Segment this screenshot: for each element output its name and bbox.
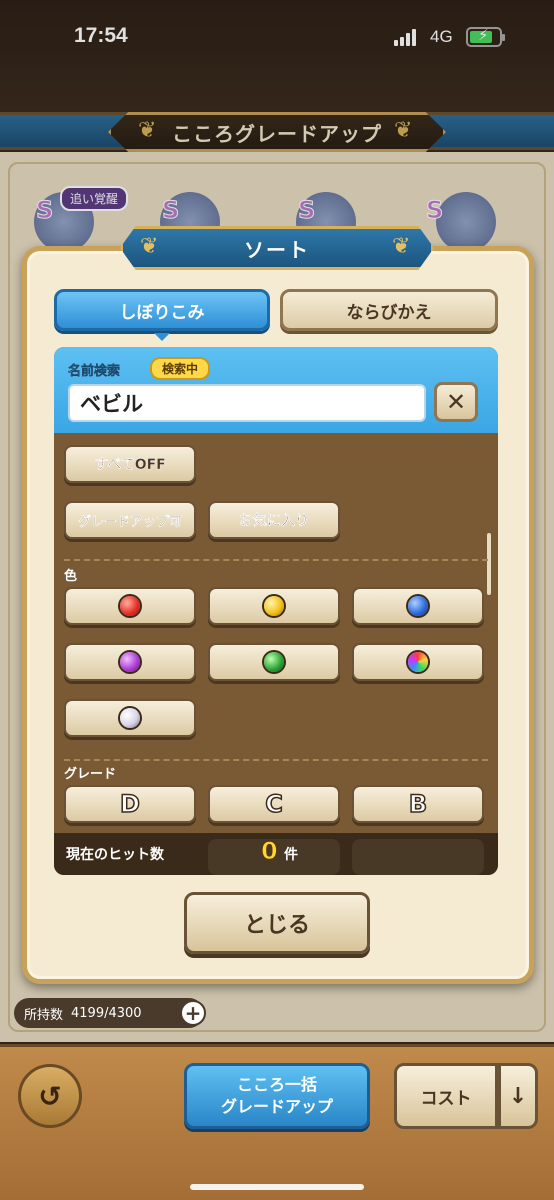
signal-icon <box>394 28 416 46</box>
hit-count-unit: 件 <box>284 847 298 863</box>
expand-storage-button[interactable]: + <box>180 1000 206 1026</box>
color-filter-purple[interactable] <box>64 643 196 681</box>
possession-value: 4199/4300 <box>71 1005 142 1021</box>
color-filter-rainbow[interactable] <box>352 643 484 681</box>
back-arrow-icon: ↺ <box>38 1079 62 1113</box>
filter-panel: 名前検索 検索中 ベビル ✕ すべてOFF グレードアップ可 お気に入り 色 グ… <box>54 347 498 875</box>
possession-count: 所持数 4199/4300 <box>14 998 204 1028</box>
modal-title: ソート <box>120 226 434 270</box>
grade-mark: S <box>297 196 316 225</box>
grade-filter-b[interactable]: B <box>352 785 484 823</box>
status-time: 17:54 <box>74 24 128 47</box>
tab-sort[interactable]: ならびかえ <box>280 289 498 331</box>
possession-label: 所持数 <box>24 1007 64 1023</box>
grade-mark: S <box>425 196 444 225</box>
home-indicator <box>190 1184 364 1190</box>
bulk-label-line1: こころ一括 <box>236 1075 317 1094</box>
grade-b-label: B <box>408 789 428 819</box>
grade-section-label: グレード <box>64 767 117 782</box>
hit-count-label: 現在のヒット数 <box>66 847 164 863</box>
partially-hidden-button <box>352 839 484 875</box>
all-off-button[interactable]: すべてOFF <box>64 445 196 483</box>
grade-mark: S <box>161 196 180 225</box>
filter-list[interactable]: すべてOFF グレードアップ可 お気に入り 色 グレード D C B <box>54 433 498 833</box>
color-filter-white[interactable] <box>64 699 196 737</box>
yellow-orb-icon <box>264 596 284 616</box>
divider <box>64 759 488 761</box>
green-orb-icon <box>264 652 284 672</box>
grade-filter-d[interactable]: D <box>64 785 196 823</box>
color-filter-yellow[interactable] <box>208 587 340 625</box>
ornament-icon: ❦ <box>140 234 159 259</box>
searching-badge: 検索中 <box>150 357 211 380</box>
bulk-grade-up-button[interactable]: こころ一括 グレードアップ <box>184 1063 370 1129</box>
purple-orb-icon <box>120 652 140 672</box>
ornament-icon: ❦ <box>392 234 411 259</box>
name-search-input[interactable]: ベビル <box>68 384 426 422</box>
clear-search-button[interactable]: ✕ <box>434 382 478 422</box>
grade-c-label: C <box>264 789 283 819</box>
blue-orb-icon <box>408 596 428 616</box>
rainbow-orb-icon <box>408 652 428 672</box>
hit-count-value: 0 <box>261 837 279 866</box>
scrollbar[interactable] <box>487 533 491 595</box>
sort-cost-button[interactable]: コスト <box>394 1063 498 1129</box>
red-orb-icon <box>120 596 140 616</box>
color-filter-green[interactable] <box>208 643 340 681</box>
ornament-icon: ❦ <box>138 118 157 143</box>
tab-pointer-icon <box>154 333 170 341</box>
grade-mark: S <box>35 196 54 225</box>
bulk-label-line2: グレードアップ <box>220 1097 333 1116</box>
color-filter-blue[interactable] <box>352 587 484 625</box>
battery-icon: ⚡ <box>466 26 505 47</box>
kokoro-card <box>436 192 496 252</box>
favorite-filter-button[interactable]: お気に入り <box>208 501 340 539</box>
search-section: 名前検索 検索中 ベビル ✕ <box>54 347 498 433</box>
white-orb-icon <box>120 708 140 728</box>
ornament-icon: ❦ <box>394 118 413 143</box>
color-section-label: 色 <box>64 569 78 584</box>
back-button[interactable]: ↺ <box>18 1064 82 1128</box>
hit-count-bar: 現在のヒット数 0 件 <box>54 833 498 875</box>
color-filter-red[interactable] <box>64 587 196 625</box>
grade-d-label: D <box>119 789 140 819</box>
network-label: 4G <box>430 27 453 46</box>
search-label: 名前検索 <box>68 364 121 379</box>
sort-order-button[interactable]: ↓ <box>498 1063 538 1129</box>
divider <box>64 559 488 561</box>
status-bar: 17:54 4G ⚡ <box>0 0 554 110</box>
close-button[interactable]: とじる <box>184 892 370 954</box>
upgradable-filter-button[interactable]: グレードアップ可 <box>64 501 196 539</box>
tab-filter[interactable]: しぼりこみ <box>54 289 270 331</box>
grade-filter-c[interactable]: C <box>208 785 340 823</box>
awaken-tag: 追い覚醒 <box>60 186 129 211</box>
